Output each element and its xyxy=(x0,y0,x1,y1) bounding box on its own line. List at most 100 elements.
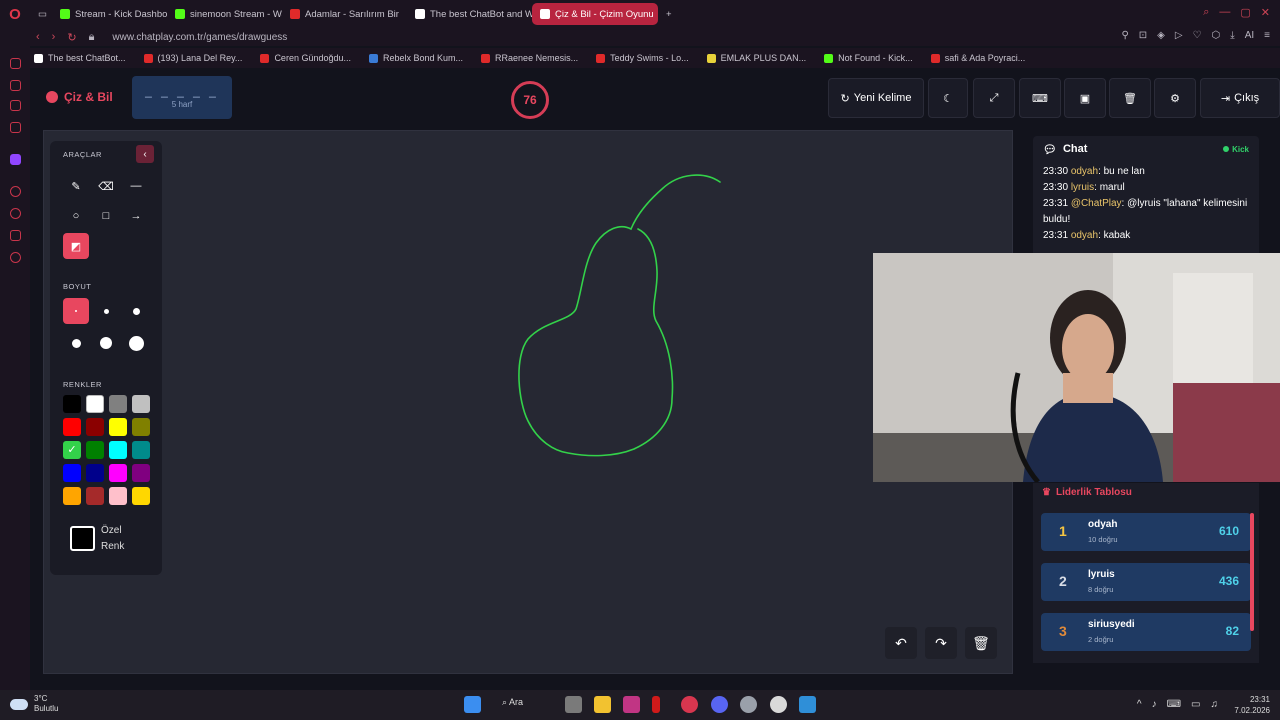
task-view-icon[interactable] xyxy=(565,696,582,713)
eraser-tool[interactable]: ⌫ xyxy=(93,173,119,199)
tab-3[interactable]: The best ChatBot and Wi xyxy=(407,3,532,25)
color-swatch[interactable]: ✓ xyxy=(63,441,81,459)
drawing-canvas[interactable] xyxy=(43,130,1013,674)
color-swatch[interactable] xyxy=(132,395,150,413)
leaderboard-scrollbar[interactable] xyxy=(1250,513,1254,631)
opera-icon[interactable] xyxy=(681,696,698,713)
network-icon[interactable]: ▭ xyxy=(1191,699,1200,710)
download-icon[interactable]: ⤓ xyxy=(1230,30,1234,41)
bookmark-item[interactable]: (193) Lana Del Rey... xyxy=(143,53,242,63)
dark-mode-button[interactable]: ☾ xyxy=(928,78,968,118)
bookmark-item[interactable]: Not Found - Kick... xyxy=(824,53,913,63)
snapshot-icon[interactable]: ⊡ xyxy=(1139,30,1147,41)
bookmark-item[interactable]: EMLAK PLUS DAN... xyxy=(706,53,806,63)
color-swatch[interactable] xyxy=(86,418,104,436)
sidebar-pinboard-icon[interactable] xyxy=(10,230,21,241)
obs-icon[interactable] xyxy=(770,696,787,713)
chat-messages[interactable]: 23:30 odyah: bu ne lan 23:30 lyruis: maru… xyxy=(1033,162,1259,246)
back-icon[interactable]: ‹ xyxy=(36,31,40,44)
bookmark-item[interactable]: Teddy Swims - Lo... xyxy=(596,53,689,63)
microphone-icon[interactable]: ♪ xyxy=(1152,699,1157,710)
minimize-icon[interactable]: — xyxy=(1219,6,1230,19)
steam-icon[interactable] xyxy=(740,696,757,713)
clear-button[interactable]: 🗑︎ xyxy=(1109,78,1151,118)
keyboard-button[interactable]: ⌨ xyxy=(1019,78,1061,118)
collapse-tools-button[interactable]: ‹ xyxy=(136,145,154,163)
discord-icon[interactable] xyxy=(711,696,728,713)
bookmark-item[interactable]: safi & Ada Poyraci... xyxy=(930,53,1025,63)
tab-0[interactable]: Stream - Kick Dashboa xyxy=(52,3,167,25)
sidebar-settings-icon[interactable] xyxy=(10,252,21,263)
size-2-button[interactable] xyxy=(93,298,119,324)
tab-1[interactable]: sinemoon Stream - Watch xyxy=(167,3,282,25)
new-word-button[interactable]: ↻ Yeni Kelime xyxy=(828,78,924,118)
circle-tool[interactable]: ○ xyxy=(63,203,89,229)
forward-icon[interactable]: › xyxy=(52,31,56,44)
color-swatch[interactable] xyxy=(132,418,150,436)
undo-button[interactable]: ↶ xyxy=(885,627,917,659)
fullscreen-button[interactable]: ⤢ xyxy=(973,78,1015,118)
exit-button[interactable]: ⇥ Çıkış xyxy=(1200,78,1280,118)
chat-username[interactable]: odyah xyxy=(1071,230,1098,241)
color-swatch[interactable] xyxy=(86,487,104,505)
pencil-tool[interactable]: ✎ xyxy=(63,173,89,199)
color-swatch[interactable] xyxy=(132,464,150,482)
shield-icon[interactable]: ◈ xyxy=(1157,30,1165,41)
sidebar-history-icon[interactable] xyxy=(10,208,21,219)
clear-canvas-button[interactable]: 🗑︎ xyxy=(965,627,997,659)
size-4-button[interactable] xyxy=(63,330,89,356)
bookmark-item[interactable]: Ceren Gündoğdu... xyxy=(260,53,351,63)
bookmark-item[interactable]: The best ChatBot... xyxy=(34,53,126,63)
taskbar-search[interactable]: ⌕ Ara xyxy=(502,697,523,708)
color-swatch[interactable] xyxy=(109,418,127,436)
url-input[interactable]: www.chatplay.com.tr/games/drawguess xyxy=(112,32,287,43)
color-swatch[interactable] xyxy=(63,464,81,482)
volume-icon[interactable]: ♫ xyxy=(1211,699,1219,710)
color-swatch[interactable] xyxy=(132,487,150,505)
size-1-button[interactable] xyxy=(63,298,89,324)
fill-tool[interactable]: ◩ xyxy=(63,233,89,259)
keyboard-icon[interactable]: ⌨ xyxy=(1167,699,1181,710)
size-6-button[interactable] xyxy=(123,330,149,356)
chat-username[interactable]: odyah xyxy=(1071,166,1098,177)
start-icon[interactable] xyxy=(464,696,481,713)
reload-icon[interactable]: ↻ xyxy=(67,31,76,44)
color-swatch[interactable] xyxy=(86,464,104,482)
app-red-icon[interactable] xyxy=(652,696,660,713)
color-swatch[interactable] xyxy=(86,441,104,459)
bookmark-item[interactable]: RRaenee Nemesis... xyxy=(481,53,578,63)
search-icon[interactable]: ⌕ xyxy=(1203,6,1209,19)
arrow-tool[interactable]: → xyxy=(123,203,149,229)
custom-color-label[interactable]: Özel Renk xyxy=(101,523,141,555)
app-blue-icon[interactable] xyxy=(799,696,816,713)
color-swatch[interactable] xyxy=(63,418,81,436)
app-logo[interactable]: Çiz & Bil xyxy=(46,90,113,104)
chat-username[interactable]: @ChatPlay xyxy=(1071,198,1122,209)
instagram-icon[interactable] xyxy=(623,696,640,713)
sidebar-instagram-icon[interactable] xyxy=(10,122,21,133)
new-tab-button[interactable]: + xyxy=(658,3,680,25)
color-swatch[interactable] xyxy=(63,487,81,505)
color-swatch[interactable] xyxy=(86,395,104,413)
weather-widget[interactable]: 3°C Bulutlu xyxy=(10,694,58,714)
size-5-button[interactable] xyxy=(93,330,119,356)
sidebar-whatsapp-icon[interactable] xyxy=(10,100,21,111)
opera-logo-icon[interactable]: O xyxy=(0,0,30,28)
color-swatch[interactable] xyxy=(109,441,127,459)
custom-color-swatch[interactable] xyxy=(70,526,95,551)
extensions-icon[interactable]: ⬡ xyxy=(1212,30,1221,41)
pin-icon[interactable]: ⚲ xyxy=(1121,30,1128,41)
color-swatch[interactable] xyxy=(132,441,150,459)
line-tool[interactable]: — xyxy=(123,173,149,199)
taskbar-clock[interactable]: 23:31 7.02.2026 xyxy=(1234,694,1270,716)
settings-button[interactable]: ⚙ xyxy=(1154,78,1196,118)
file-explorer-icon[interactable] xyxy=(594,696,611,713)
heart-icon[interactable]: ♡ xyxy=(1193,30,1202,41)
sidebar-messenger-icon[interactable] xyxy=(10,80,21,91)
maximize-icon[interactable]: ▢ xyxy=(1240,6,1250,19)
tab-workspace-icon[interactable]: ▭ xyxy=(30,3,52,25)
rectangle-tool[interactable]: □ xyxy=(93,203,119,229)
size-3-button[interactable] xyxy=(123,298,149,324)
color-swatch[interactable] xyxy=(109,487,127,505)
color-swatch[interactable] xyxy=(109,464,127,482)
